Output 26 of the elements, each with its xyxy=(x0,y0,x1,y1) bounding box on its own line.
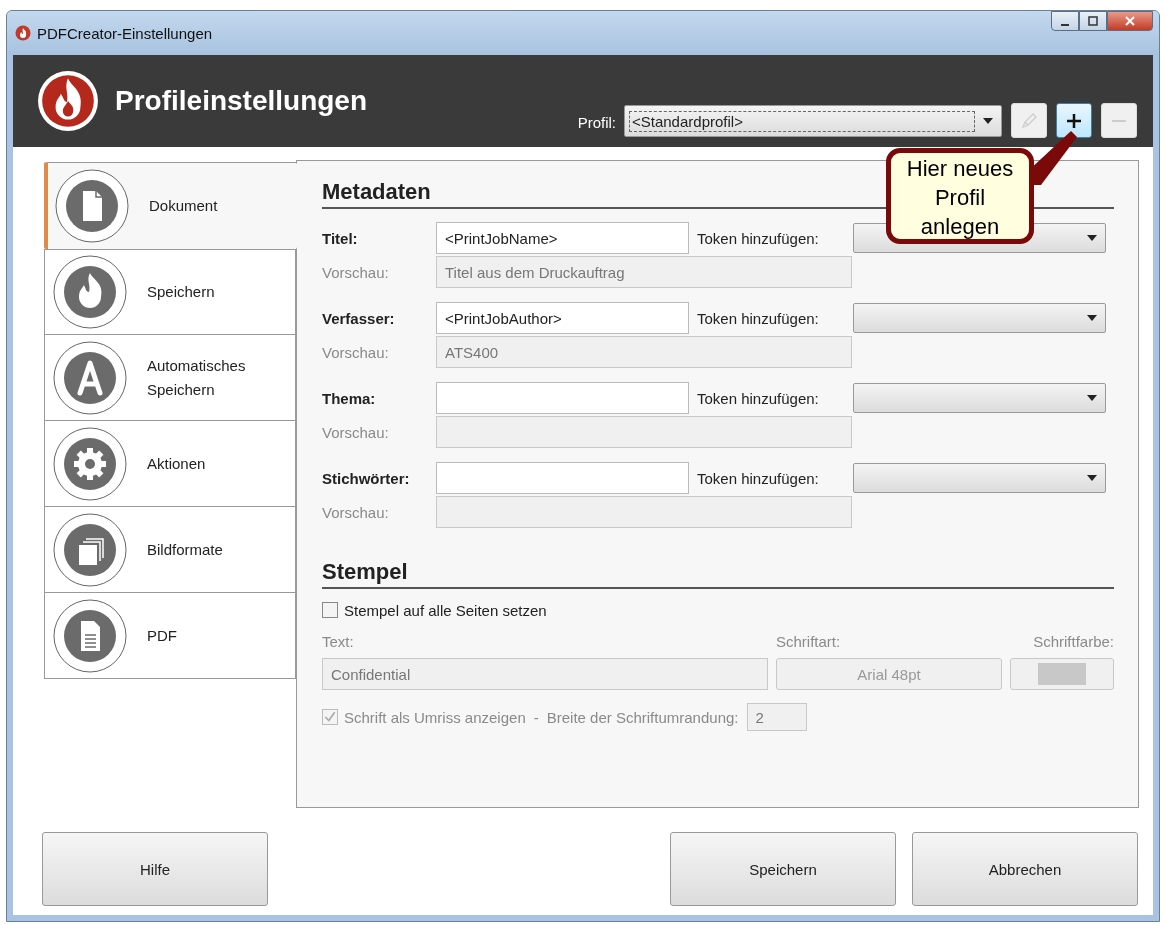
callout-tooltip: Hier neues Profil anlegen xyxy=(886,148,1034,244)
preview-label: Vorschau: xyxy=(322,503,390,521)
token-label: Token hinzufügen: xyxy=(697,389,820,407)
preview-field: ATS400 xyxy=(436,336,852,368)
checkbox-label: Stempel auf alle Seiten setzen xyxy=(344,601,547,619)
checkbox-label: Schrift als Umriss anzeigen xyxy=(344,708,526,726)
field-label: Thema: xyxy=(322,389,377,407)
profile-label: Profil: xyxy=(577,114,616,131)
font-label: Schriftart: xyxy=(776,633,842,650)
preview-field: Titel aus dem Druckauftrag xyxy=(436,256,852,288)
field-label: Verfasser: xyxy=(322,309,396,327)
window-title: PDFCreator-Einstellungen xyxy=(37,24,213,42)
preview-label: Vorschau: xyxy=(322,423,390,441)
separator-text: - xyxy=(533,708,539,726)
preview-label: Vorschau: xyxy=(322,263,390,281)
page-title: Profileinstellungen xyxy=(115,85,368,117)
preview-label: Vorschau: xyxy=(322,343,390,361)
token-label: Token hinzufügen: xyxy=(697,229,820,247)
token-label: Token hinzufügen: xyxy=(697,469,820,487)
section-heading: Stempel xyxy=(322,559,1114,589)
field-label: Stichwörter: xyxy=(322,469,411,487)
field-label: Titel: xyxy=(322,229,359,247)
font-color-label: Schriftfarbe: xyxy=(1032,633,1114,650)
token-label: Token hinzufügen: xyxy=(697,309,820,327)
text-label: Text: xyxy=(322,633,355,650)
outline-width-label: Breite der Schriftumrandung: xyxy=(546,708,739,726)
